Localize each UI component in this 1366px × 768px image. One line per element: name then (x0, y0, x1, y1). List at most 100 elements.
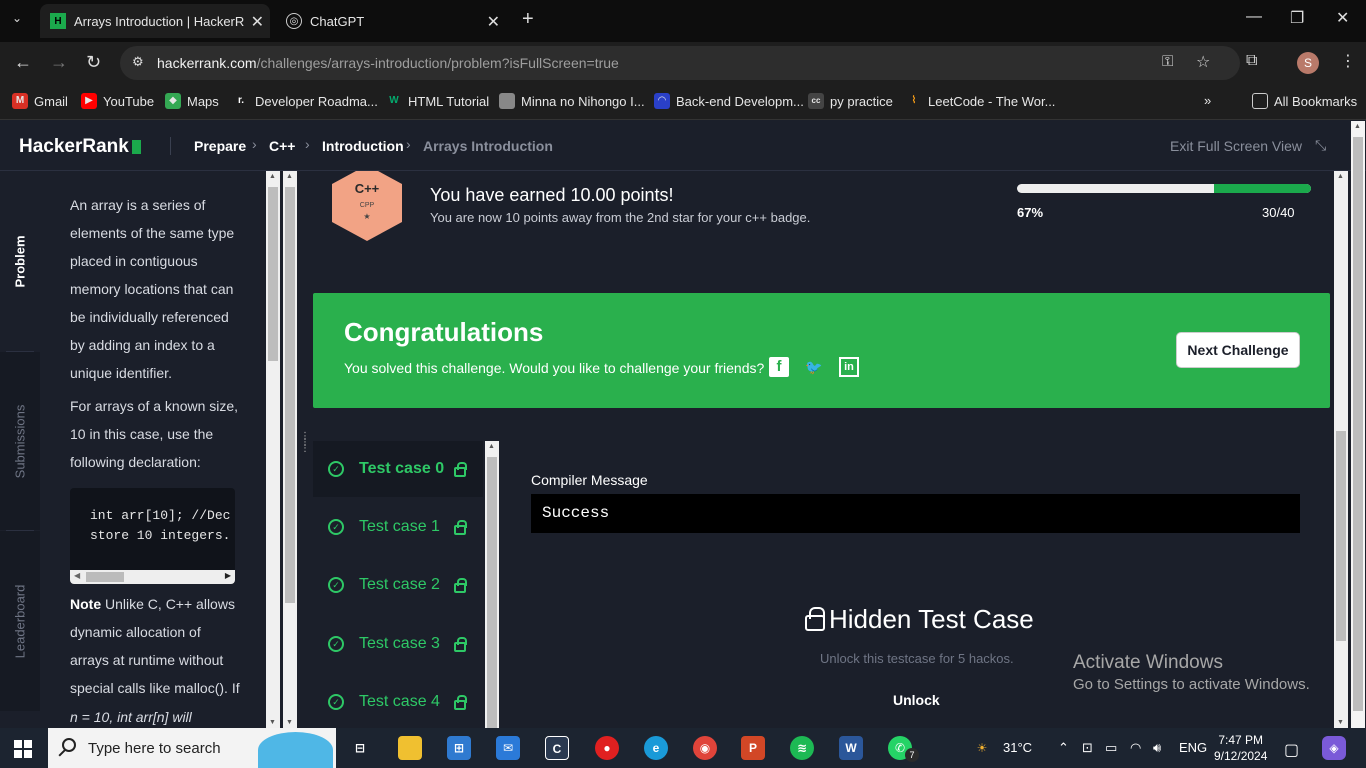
problem-outer-scrollbar[interactable]: ▲ ▼ (283, 171, 297, 728)
linkedin-icon[interactable]: in (839, 357, 859, 377)
input-language[interactable]: ENG (1179, 740, 1207, 755)
minimize-icon[interactable]: — (1246, 8, 1262, 26)
next-challenge-button[interactable]: Next Challenge (1176, 332, 1300, 368)
bookmark-minna[interactable]: Minna no Nihongo I... (499, 93, 645, 109)
bookmark-backend[interactable]: ◠ Back-end Developm... (654, 93, 804, 109)
scroll-up-icon[interactable]: ▲ (1337, 173, 1344, 180)
scroll-up-icon[interactable]: ▲ (269, 173, 276, 180)
browser-scrollbar[interactable]: ▲ (1351, 121, 1365, 728)
problem-paragraph-2: For arrays of a known size, 10 in this c… (70, 398, 239, 470)
bookmark-gmail[interactable]: M Gmail (12, 93, 68, 109)
scroll-up-icon[interactable]: ▲ (286, 173, 293, 180)
store-icon[interactable]: ⊞ (447, 736, 471, 760)
exit-fullscreen-link[interactable]: Exit Full Screen View (1170, 138, 1302, 154)
record-icon[interactable]: ● (595, 736, 619, 760)
chrome-icon[interactable]: ◉ (693, 736, 717, 760)
app-icon[interactable]: C (545, 736, 569, 760)
scrollbar-thumb[interactable] (1353, 137, 1363, 711)
scrollbar-thumb[interactable] (86, 572, 124, 582)
collapse-icon[interactable]: ⤡ (1315, 137, 1326, 154)
task-view-icon[interactable]: ⊟ (348, 736, 372, 760)
facebook-icon[interactable]: f (769, 357, 789, 377)
tab-problem[interactable]: Problem (0, 171, 40, 351)
scroll-left-icon[interactable]: ◀ (74, 571, 80, 580)
tab-arrays-introduction[interactable]: H Arrays Introduction | HackerRa ✕ (40, 4, 270, 38)
forward-icon[interactable]: → (50, 52, 68, 73)
testcase-item[interactable]: ✓ Test case 4 (313, 674, 483, 728)
scroll-down-icon[interactable]: ▼ (1337, 719, 1344, 726)
scroll-down-icon[interactable]: ▼ (286, 719, 293, 726)
restore-icon[interactable]: ❐ (1290, 8, 1304, 28)
pane-resize-handle[interactable]: ⋮ ⋮ ⋮ (300, 432, 310, 464)
bookmark-html-tutorial[interactable]: W HTML Tutorial (386, 93, 489, 109)
edge-icon[interactable]: e (644, 736, 668, 760)
reload-icon[interactable]: ↻ (86, 52, 101, 73)
spotify-icon[interactable]: ≋ (790, 736, 814, 760)
hackerrank-logo[interactable]: HackerRank (19, 136, 141, 158)
testcase-item[interactable]: ✓ Test case 2 (313, 557, 483, 613)
bookmark-star-icon[interactable]: ☆ (1196, 52, 1210, 72)
scrollbar-thumb[interactable] (268, 187, 278, 361)
bookmark-py-practice[interactable]: cc py practice (808, 93, 893, 109)
tab-search-button[interactable]: ⌄ (12, 11, 22, 25)
mail-icon[interactable]: ✉ (496, 736, 520, 760)
new-tab-button[interactable]: + (522, 8, 534, 31)
back-icon[interactable]: ← (14, 52, 32, 73)
volume-icon[interactable]: 🔊︎ (1153, 740, 1161, 756)
code-line: int arr[10]; //Dec (90, 508, 231, 523)
testcase-scrollbar[interactable]: ▲ (485, 441, 499, 728)
site-info-icon[interactable]: ⚙ (132, 54, 144, 70)
close-tab-icon[interactable]: ✕ (487, 12, 500, 32)
profile-avatar[interactable]: S (1297, 52, 1319, 74)
url-input[interactable]: ⚙ hackerrank.com/challenges/arrays-intro… (120, 46, 1240, 80)
scroll-right-icon[interactable]: ▶ (225, 571, 231, 580)
powerpoint-icon[interactable]: P (741, 736, 765, 760)
problem-scrollbar[interactable]: ▲ ▼ (266, 171, 280, 728)
testcase-item[interactable]: ✓ Test case 3 (313, 616, 483, 672)
testcase-item[interactable]: ✓ Test case 0 (313, 441, 483, 497)
tab-chatgpt[interactable]: ◎ ChatGPT ✕ (276, 4, 506, 38)
bookmark-maps[interactable]: ◆ Maps (165, 93, 219, 109)
word-icon[interactable]: W (839, 736, 863, 760)
bookmark-roadmap[interactable]: r. Developer Roadma... (233, 93, 378, 109)
breadcrumb-prepare[interactable]: Prepare (194, 138, 246, 154)
tab-submissions[interactable]: Submissions (0, 352, 40, 530)
breadcrumb-introduction[interactable]: Introduction (322, 138, 404, 154)
twitter-icon[interactable]: 🐦 (804, 357, 824, 377)
more-bookmarks-icon[interactable]: » (1204, 93, 1211, 108)
show-hidden-icons[interactable]: ⌃ (1058, 740, 1069, 756)
bookmarks-bar: M Gmail ▶ YouTube ◆ Maps r. Developer Roadma… (0, 84, 1366, 120)
tab-leaderboard[interactable]: Leaderboard (0, 531, 40, 711)
windows-start-icon[interactable] (14, 740, 32, 758)
scrollbar-thumb[interactable] (285, 187, 295, 603)
weather-temperature[interactable]: 31°C (1003, 740, 1032, 755)
scroll-up-icon[interactable]: ▲ (1354, 123, 1361, 130)
extensions-icon[interactable]: ⧉ (1246, 52, 1257, 70)
bookmark-leetcode[interactable]: ⌇ LeetCode - The Wor... (906, 93, 1056, 109)
file-explorer-icon[interactable] (398, 736, 422, 760)
taskbar-search-input[interactable]: Type here to search (48, 728, 336, 768)
testcase-item[interactable]: ✓ Test case 1 (313, 499, 483, 555)
menu-icon[interactable]: ⋮ (1340, 51, 1356, 71)
bookmark-youtube[interactable]: ▶ YouTube (81, 93, 154, 109)
weather-icon[interactable]: ☀ (970, 736, 994, 760)
taskbar-clock[interactable]: 7:47 PM 9/12/2024 (1214, 732, 1267, 764)
scroll-up-icon[interactable]: ▲ (488, 443, 495, 450)
password-key-icon[interactable]: ⚿ (1162, 53, 1173, 70)
code-scrollbar[interactable]: ◀ ▶ (70, 570, 235, 584)
meet-icon[interactable]: ⊡ (1082, 740, 1093, 756)
close-tab-icon[interactable]: ✕ (251, 12, 264, 32)
breadcrumb-cpp[interactable]: C++ (269, 138, 295, 154)
wifi-icon[interactable]: ◠ (1130, 740, 1141, 756)
scroll-down-icon[interactable]: ▼ (269, 719, 276, 726)
scrollbar-thumb[interactable] (1336, 431, 1346, 641)
close-window-icon[interactable]: ✕ (1336, 8, 1349, 28)
all-bookmarks[interactable]: All Bookmarks (1252, 93, 1357, 109)
unlock-button[interactable]: Unlock (893, 692, 940, 708)
battery-icon[interactable]: ▭ (1105, 740, 1117, 756)
breadcrumb-current: Arrays Introduction (423, 138, 553, 154)
copilot-icon[interactable]: ◈ (1322, 736, 1346, 760)
scrollbar-thumb[interactable] (487, 457, 497, 728)
page-scrollbar[interactable]: ▲ ▼ (1334, 171, 1348, 728)
notifications-icon[interactable]: ▢ (1284, 740, 1299, 760)
